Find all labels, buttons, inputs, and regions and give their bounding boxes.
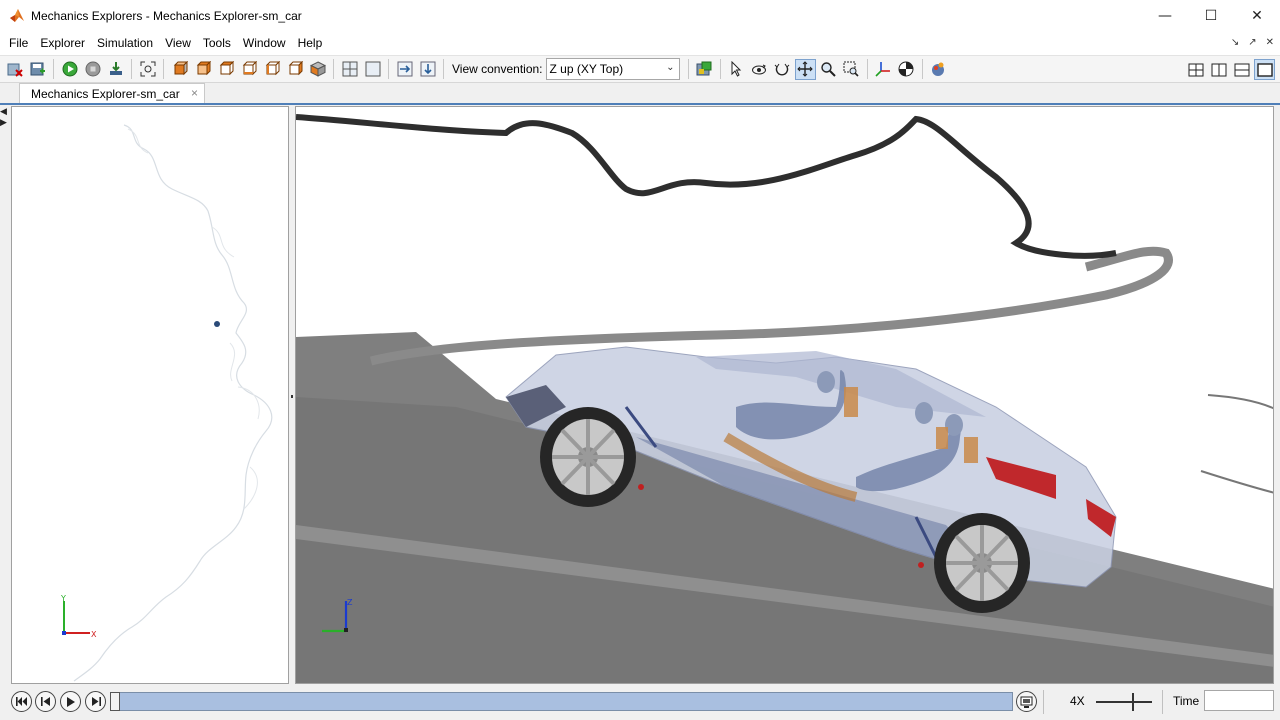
main-3d-view[interactable]: Z [295, 106, 1274, 684]
track-top-view: Y X [60, 124, 273, 682]
close-explorer-tool-icon[interactable] [4, 59, 25, 80]
time-label: Time [1173, 694, 1200, 708]
document-tab-bar: Mechanics Explorer-sm_car × [0, 83, 1280, 104]
menu-tools[interactable]: Tools [197, 31, 237, 55]
collapse-tree-icon[interactable]: ◀ ▶ [0, 106, 10, 136]
four-views-icon[interactable] [339, 59, 360, 80]
matlab-logo-icon [10, 8, 24, 22]
fit-to-view-icon[interactable] [137, 59, 158, 80]
color-scheme-icon[interactable] [694, 59, 715, 80]
layout-single-icon[interactable] [1254, 59, 1275, 80]
rotate-icon[interactable] [749, 59, 770, 80]
tab-underline [0, 103, 1280, 105]
isometric-view-icon[interactable] [307, 59, 328, 80]
layout-horizontal-split-icon[interactable] [1231, 59, 1252, 80]
close-window-button[interactable]: ✕ [1234, 0, 1280, 31]
step-forward-button[interactable] [85, 691, 106, 712]
front-wheel [540, 407, 636, 507]
axis-y-label: Y [60, 594, 66, 603]
back-view-icon[interactable] [192, 59, 213, 80]
pane-splitter[interactable] [291, 395, 293, 398]
top-view-icon[interactable] [215, 59, 236, 80]
minimize-button[interactable]: — [1142, 0, 1188, 31]
export-icon[interactable] [417, 59, 438, 80]
play-button[interactable] [60, 691, 81, 712]
toolbar: View convention: Z up (XY Top) ⌄ [0, 55, 1280, 83]
axis-x-label: X [91, 630, 97, 639]
stop-simulation-icon[interactable] [82, 59, 103, 80]
load-results-icon[interactable] [105, 59, 126, 80]
menu-window[interactable]: Window [237, 31, 292, 55]
bottom-view-icon[interactable] [238, 59, 259, 80]
vehicle-position-marker [214, 321, 220, 327]
view-convention-value: Z up (XY Top) [549, 62, 624, 76]
box-zoom-icon[interactable] [841, 59, 862, 80]
close-explorer-icon[interactable]: ✕ [1266, 31, 1274, 55]
run-simulation-icon[interactable] [59, 59, 80, 80]
tab-label: Mechanics Explorer-sm_car [31, 87, 180, 101]
skip-to-start-button[interactable] [11, 691, 32, 712]
menu-simulation[interactable]: Simulation [91, 31, 159, 55]
center-of-mass-icon[interactable] [896, 59, 917, 80]
step-back-button[interactable] [35, 691, 56, 712]
select-pointer-icon[interactable] [726, 59, 747, 80]
menu-bar: File Explorer Simulation View Tools Wind… [0, 31, 1280, 55]
view-convention-select[interactable]: Z up (XY Top) ⌄ [545, 58, 680, 80]
title-bar: Mechanics Explorers - Mechanics Explorer… [0, 0, 1280, 31]
layout-vertical-split-icon[interactable] [1208, 59, 1229, 80]
left-view-icon[interactable] [261, 59, 282, 80]
playback-bar: 4X Time [0, 686, 1280, 720]
menu-file[interactable]: File [3, 31, 34, 55]
time-field[interactable] [1204, 690, 1274, 711]
xy-axis-triad: Y X [60, 594, 97, 639]
window-title: Mechanics Explorers - Mechanics Explorer… [31, 8, 302, 23]
chevron-down-icon: ⌄ [666, 62, 675, 73]
dock-arrow-icon[interactable]: ↗ [1248, 31, 1256, 55]
rear-wheel [934, 513, 1030, 613]
roll-icon[interactable] [772, 59, 793, 80]
save-tool-icon[interactable] [27, 59, 48, 80]
import-icon[interactable] [394, 59, 415, 80]
playback-speed: 4X [1070, 694, 1085, 708]
timeline-slider-thumb[interactable] [110, 692, 120, 711]
undock-arrow-icon[interactable]: ↘ [1231, 31, 1239, 55]
speed-slider-thumb[interactable] [1132, 693, 1134, 711]
pan-icon[interactable] [794, 58, 816, 80]
car-scene: Z [296, 114, 1273, 683]
playback-timeline[interactable] [110, 692, 1013, 711]
speed-slider[interactable] [1096, 692, 1152, 712]
tab-mechanics-explorer-sm-car[interactable]: Mechanics Explorer-sm_car × [19, 83, 205, 104]
menu-help[interactable]: Help [292, 31, 329, 55]
single-view-icon[interactable] [362, 59, 383, 80]
maximize-button[interactable]: ☐ [1188, 0, 1234, 31]
menu-view[interactable]: View [159, 31, 197, 55]
right-view-icon[interactable] [284, 59, 305, 80]
record-video-button[interactable] [1016, 691, 1037, 712]
view-convention-label: View convention: [452, 62, 543, 76]
menu-explorer[interactable]: Explorer [34, 31, 91, 55]
axis-z-label: Z [347, 598, 353, 607]
layout-four-icon[interactable] [1185, 59, 1206, 80]
zoom-icon[interactable] [818, 59, 839, 80]
inertia-icon[interactable] [928, 59, 949, 80]
tab-close-icon[interactable]: × [191, 86, 198, 100]
top-view-pane[interactable]: Y X [11, 106, 289, 684]
front-view-icon[interactable] [169, 59, 190, 80]
frames-icon[interactable] [873, 59, 894, 80]
